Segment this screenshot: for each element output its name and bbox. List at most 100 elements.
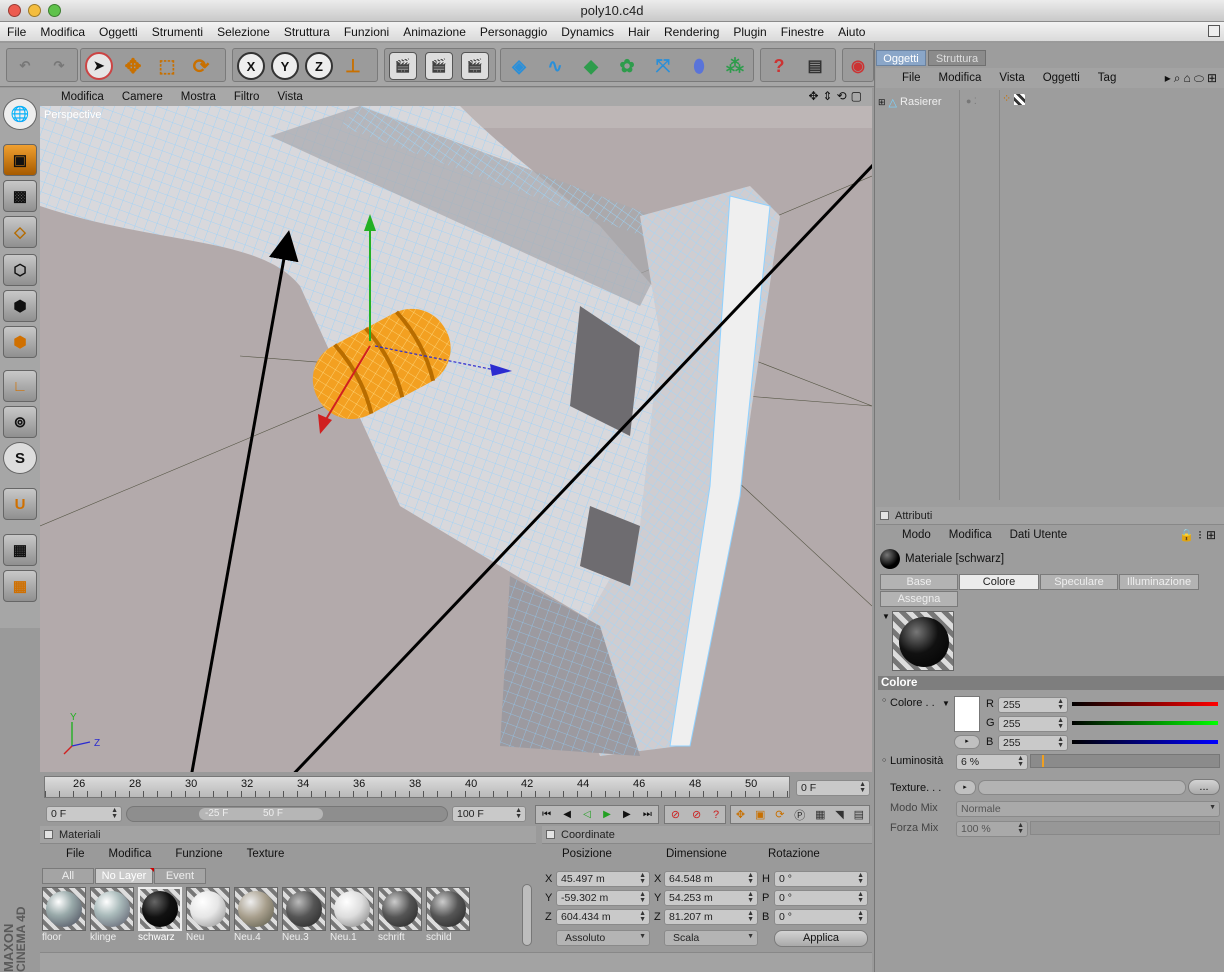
color-dropdown-icon[interactable]: ▼	[942, 699, 950, 708]
menu-funzioni[interactable]: Funzioni	[337, 25, 396, 39]
key-rotation-icon[interactable]: ⟳	[775, 808, 784, 821]
z-axis-lock-button[interactable]: Z	[305, 52, 333, 80]
tab-base[interactable]: Base	[880, 574, 958, 590]
animate-dot-icon[interactable]: ○	[882, 697, 886, 704]
menu-finestre[interactable]: Finestre	[774, 25, 831, 39]
material-preview[interactable]	[892, 611, 954, 671]
material-swatch[interactable]: schrift	[378, 887, 422, 947]
points-mode-icon[interactable]: ⬡	[3, 254, 37, 286]
scene-icon[interactable]: ⬮	[685, 52, 713, 80]
next-frame-icon[interactable]: ▶	[623, 809, 631, 820]
select-arrow-icon[interactable]: ➤	[85, 52, 113, 80]
coordinates-panel-checkbox[interactable]	[546, 830, 555, 839]
materials-menu-file[interactable]: File	[40, 848, 97, 860]
luminosity-slider-knob[interactable]	[1042, 755, 1045, 767]
objects-menu-file[interactable]: File	[876, 72, 930, 84]
texture-mode-icon[interactable]: ▩	[3, 180, 37, 212]
autokey-icon[interactable]: ⊘	[692, 808, 701, 821]
texture-axis-icon[interactable]: ◇	[3, 216, 37, 248]
render-picture-viewer-icon[interactable]: 🎬	[425, 52, 453, 80]
current-frame-field[interactable]: 0 F ▲ ▼	[796, 780, 870, 796]
rotation-p-field[interactable]: 0 ° ▲ ▼	[774, 890, 868, 906]
y-axis-lock-button[interactable]: Y	[271, 52, 299, 80]
goto-end-icon[interactable]: ⏭	[643, 809, 652, 820]
mix-strength-slider[interactable]	[1030, 821, 1220, 835]
texture-menu-button[interactable]: ▸	[954, 780, 976, 795]
viewport-navigation-icons[interactable]: ✥⇕⟲▢	[808, 89, 866, 103]
magnet-icon[interactable]: U	[3, 488, 37, 520]
material-swatch[interactable]: Neu.1	[330, 887, 374, 947]
goto-start-icon[interactable]: ⏮	[542, 809, 551, 820]
expand-icon[interactable]: ⊞	[878, 97, 886, 108]
dimension-y-field[interactable]: 54.253 m ▲ ▼	[664, 890, 758, 906]
luminosity-field[interactable]: 6 % ▲ ▼	[956, 754, 1028, 770]
viewport-menu-filtro[interactable]: Filtro	[225, 91, 269, 103]
preview-range-slider[interactable]: -25 F 50 F	[126, 806, 448, 822]
key-scale-icon[interactable]: ▣	[755, 808, 765, 821]
objects-menu-vista[interactable]: Vista	[990, 72, 1033, 84]
key-interp-icon[interactable]: ◥	[835, 808, 843, 821]
texture-browse-button[interactable]: ...	[1188, 779, 1220, 795]
model-mode-icon[interactable]: ▣	[3, 144, 37, 176]
axis-mode-icon[interactable]: ∟	[3, 370, 37, 402]
apply-button[interactable]: Applica	[774, 930, 868, 947]
attributes-menu-dati-utente[interactable]: Dati Utente	[1001, 529, 1077, 541]
position-z-field[interactable]: 604.434 m ▲ ▼	[556, 909, 650, 925]
red-field[interactable]: 255 ▲ ▼	[998, 697, 1068, 713]
attributes-lock-icon[interactable]: 🔒⁝⊞	[1179, 528, 1220, 542]
materials-menu-texture[interactable]: Texture	[235, 848, 297, 860]
material-filter-event[interactable]: Event	[154, 868, 206, 884]
dimension-x-field[interactable]: 64.548 m ▲ ▼	[664, 871, 758, 887]
prev-frame-icon[interactable]: ◀	[563, 809, 571, 820]
workplane-icon[interactable]: ▦	[3, 534, 37, 566]
texture-path-field[interactable]	[978, 780, 1186, 795]
tab-speculare[interactable]: Speculare	[1040, 574, 1118, 590]
start-frame-field[interactable]: 0 F ▲ ▼	[46, 806, 122, 822]
menu-plugin[interactable]: Plugin	[726, 25, 773, 39]
play-backward-icon[interactable]: ◁	[583, 809, 591, 820]
attributes-panel-checkbox[interactable]	[880, 511, 889, 520]
undo-icon[interactable]: ↶	[11, 52, 39, 80]
blue-slider[interactable]	[1072, 740, 1218, 744]
keyframe-selection-icon[interactable]: ?	[713, 809, 719, 821]
color-swatch[interactable]	[954, 696, 980, 732]
timeline-icon[interactable]: ▤	[801, 52, 829, 80]
polygons-mode-icon[interactable]: ⬢	[3, 326, 37, 358]
record-icon[interactable]: ⊘	[671, 808, 680, 821]
help-icon[interactable]: ?	[765, 52, 793, 80]
viewport-menu-mostra[interactable]: Mostra	[172, 91, 225, 103]
rotate-icon[interactable]: ⟳	[187, 52, 215, 80]
position-y-field[interactable]: -59.302 m ▲ ▼	[556, 890, 650, 906]
menu-strumenti[interactable]: Strumenti	[145, 25, 210, 39]
use-camera-icon[interactable]: 🌐	[3, 98, 37, 130]
timeline-menu-icon[interactable]: ▤	[854, 808, 864, 821]
blue-field[interactable]: 255 ▲ ▼	[998, 735, 1068, 751]
viewport-menu-camere[interactable]: Camere	[113, 91, 172, 103]
attributes-menu-modo[interactable]: Modo	[876, 529, 940, 541]
materials-scrollbar[interactable]	[522, 884, 532, 946]
deformer-icon[interactable]: ⤧	[649, 52, 677, 80]
luminosity-animate-icon[interactable]: ○	[882, 757, 886, 764]
material-filter-all[interactable]: All	[42, 868, 94, 884]
object-row-rasierer[interactable]: ⊞ △ Rasierer	[878, 94, 958, 110]
cube-primitive-icon[interactable]: ◈	[505, 52, 533, 80]
materials-menu-funzione[interactable]: Funzione	[163, 848, 234, 860]
tab-illuminazione[interactable]: Illuminazione	[1119, 574, 1199, 590]
menu-modifica[interactable]: Modifica	[33, 25, 92, 39]
perspective-viewport[interactable]: Perspective Y Z	[40, 106, 872, 772]
position-x-field[interactable]: 45.497 m ▲ ▼	[556, 871, 650, 887]
material-filter-nolayer[interactable]: No Layer	[95, 868, 153, 884]
locked-workplane-icon[interactable]: ▦	[3, 570, 37, 602]
render-settings-icon[interactable]: 🎬	[461, 52, 489, 80]
menu-file[interactable]: File	[0, 25, 33, 39]
coordinate-system-icon[interactable]: ⊥	[339, 52, 367, 80]
menu-struttura[interactable]: Struttura	[277, 25, 337, 39]
play-forward-icon[interactable]: ▶	[603, 809, 611, 820]
objects-search-icon[interactable]: ▸⌕⌂⬭⊞	[1165, 71, 1220, 86]
tab-struttura[interactable]: Struttura	[928, 50, 986, 66]
material-swatch-selected[interactable]: schwarz	[138, 887, 182, 947]
particle-icon[interactable]: ⁂	[721, 52, 749, 80]
material-swatch[interactable]: Neu.4	[234, 887, 278, 947]
material-tag-icon[interactable]: ⁘	[1002, 93, 1011, 105]
materials-menu-modifica[interactable]: Modifica	[97, 848, 164, 860]
